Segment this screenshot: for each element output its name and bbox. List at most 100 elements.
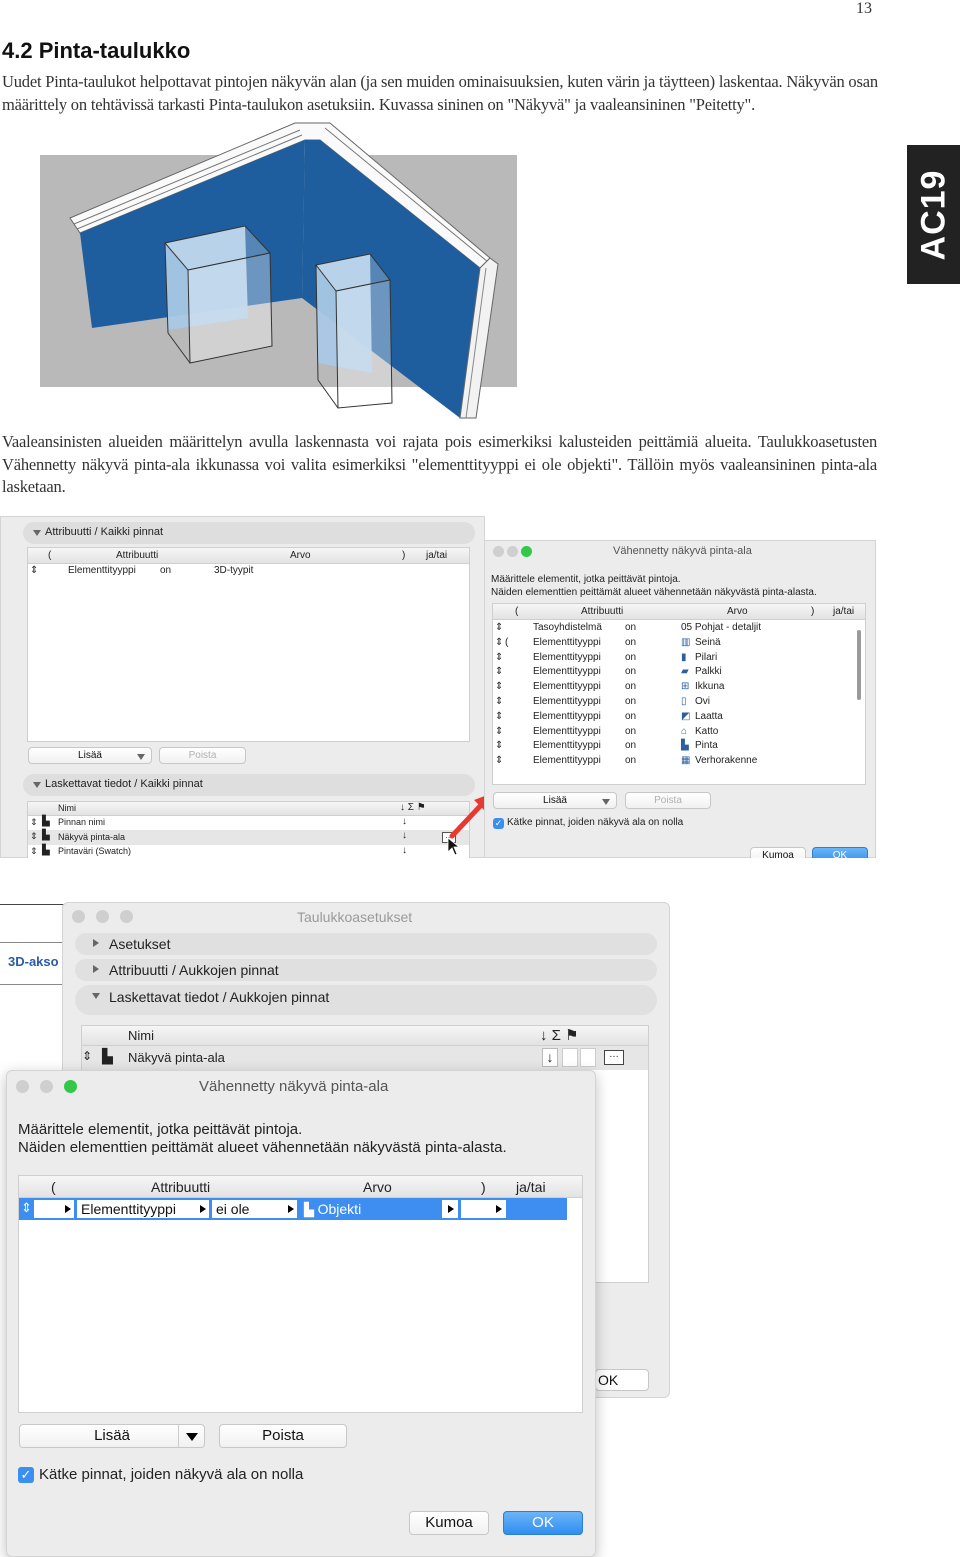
drag-handle-icon[interactable]: ⇕ [495,726,503,737]
row-operator: on [625,651,637,663]
row-value: Ovi [695,696,710,707]
chevron-down-icon [602,799,610,805]
sort-icon[interactable]: ↓ [402,830,407,841]
drag-handle-icon[interactable]: ⇕ [30,565,38,576]
cover-criteria-row[interactable]: ⇕ Elementtityyppi on ▮ Pilari [493,651,855,665]
cover-criteria-table: ( Attribuutti Arvo ) ja/tai ⇕ Elementtit… [18,1175,583,1413]
attribute-select-value: Elementtityyppi [81,1201,176,1217]
beam-icon: ▰ [681,666,689,678]
cover-criteria-row[interactable]: ⇕ Tasoyhdistelmä on 05 Pohjat - detaljit [493,621,855,635]
field-row-selected[interactable]: ⇕ ▙ Näkyvä pinta-ala ↓ … [82,1046,648,1070]
col-paren-close: ) [481,1179,486,1195]
minimize-dot-icon[interactable] [96,910,109,923]
row-value: Pilari [695,651,718,663]
cover-criteria-row[interactable]: ⇕ Elementtityyppi on ▰ Palkki [493,665,855,679]
settings-section[interactable]: Asetukset [75,933,657,955]
field-row[interactable]: ⇕ ▙ Pinnan nimi ↓ [28,816,469,830]
zoom-dot-icon[interactable] [521,546,532,557]
ok-button[interactable]: OK [812,847,868,858]
furniture-box2-front [335,279,393,409]
operator-select[interactable]: ei ole [212,1200,297,1218]
row-operator: on [625,681,637,693]
row-value: Ikkuna [695,681,725,693]
sort-icon[interactable]: ↓ [542,1048,558,1067]
drag-handle-icon[interactable]: ⇕ [495,681,503,692]
drag-handle-icon[interactable]: ⇕ [495,622,503,633]
cover-criteria-row[interactable]: ⇕ Elementtityyppi on ▙ Pinta [493,739,855,753]
cover-criteria-row-selected[interactable]: ⇕ Elementtityyppi ei ole ▙ Objekti [19,1198,567,1220]
calc-section[interactable]: Laskettavat tiedot / Aukkojen pinnat [75,985,657,1015]
hide-zero-checkbox[interactable]: ✓ [18,1467,34,1483]
drag-handle-icon[interactable]: ⇕ [495,637,503,648]
cover-criteria-row[interactable]: ⇕(Elementtityyppi on ▥ Seinä [493,636,855,650]
col-paren-open: ( [51,1179,56,1195]
section-title: Attribuutti / Aukkojen pinnat [109,962,279,978]
calc-section-header[interactable]: Laskettavat tiedot / Kaikki pinnat [23,774,475,796]
remove-button[interactable]: Poista [159,747,246,764]
add-dropdown[interactable] [178,1425,204,1447]
attribute-section-header[interactable]: Attribuutti / Kaikki pinnat [23,522,475,544]
drag-handle-icon[interactable]: ⇕ [495,696,503,707]
paren-open-select[interactable] [34,1200,74,1218]
cover-criteria-row[interactable]: ⇕ Elementtityyppi on ⊞ Ikkuna [493,680,855,694]
add-button-label: Lisää [543,795,567,806]
more-options-icon[interactable]: … [604,1050,624,1065]
scrollbar-thumb[interactable] [857,630,861,700]
close-dot-icon[interactable] [72,910,85,923]
minimize-dot-icon[interactable] [507,546,518,557]
cancel-button[interactable]: Kumoa [409,1511,489,1535]
drag-handle-icon[interactable]: ⇕ [30,831,38,842]
drag-handle-icon[interactable]: ⇕ [495,652,503,663]
col-attribute: Attribuutti [581,606,624,617]
close-dot-icon[interactable] [16,1080,29,1093]
sum-toggle[interactable] [562,1048,578,1067]
dialog-remove-button[interactable]: Poista [625,792,711,809]
cancel-button[interactable]: Kumoa [750,847,806,858]
drag-handle-icon[interactable]: ⇕ [82,1049,92,1063]
cover-criteria-header: ( Attribuutti Arvo ) ja/tai [19,1176,582,1198]
minimize-dot-icon[interactable] [40,1080,53,1093]
field-name: Pintaväri (Swatch) [58,846,132,856]
drag-handle-icon[interactable]: ⇕ [495,666,503,677]
paren-close-select[interactable] [461,1200,506,1218]
ok-button[interactable]: OK [503,1511,583,1535]
attribute-select[interactable]: Elementtityyppi [77,1200,209,1218]
cover-criteria-row[interactable]: ⇕ Elementtityyppi on ◩ Laatta [493,710,855,724]
dialog-remove-button[interactable]: Poista [219,1424,347,1448]
sort-icon[interactable]: ↓ [402,845,407,856]
cover-criteria-row[interactable]: ⇕ Elementtityyppi on ▯ Ovi [493,695,855,709]
drag-handle-icon[interactable]: ⇕ [30,817,38,828]
value-select[interactable]: ▙ Objekti [300,1200,458,1218]
drag-handle-icon[interactable]: ⇕ [495,740,503,751]
criteria-row[interactable]: ⇕ Elementtityyppi on 3D-tyypit [28,564,469,579]
zoom-dot-icon[interactable] [120,910,133,923]
drag-handle-icon[interactable]: ⇕ [21,1200,32,1216]
drag-handle-icon[interactable]: ⇕ [495,755,503,766]
cover-criteria-row[interactable]: ⇕ Elementtityyppi on ⌂ Katto [493,725,855,739]
flag-toggle[interactable] [580,1048,596,1067]
field-row-selected[interactable]: ⇕ ▙ Näkyvä pinta-ala ↓ … [28,830,469,845]
fields-header: Nimi ↓ Σ ⚑ [28,802,469,816]
reduced-area-dialog: Vähennetty näkyvä pinta-ala Määrittele e… [484,540,876,858]
field-row[interactable]: ⇕ ▙ Pintaväri (Swatch) ↓ [28,845,469,858]
hide-zero-checkbox[interactable]: ✓ [493,818,504,829]
cover-criteria-row[interactable]: ⇕ Elementtityyppi on ▦ Verhorakenne [493,754,855,768]
close-dot-icon[interactable] [493,546,504,557]
dialog-description-1: Määrittele elementit, jotka peittävät pi… [491,574,681,585]
row-attribute: Tasoyhdistelmä [533,622,602,633]
background-ok-button[interactable]: OK [595,1369,649,1391]
bg-line [0,984,68,985]
dialog-add-button[interactable]: Lisää [19,1424,205,1448]
dialog-add-button[interactable]: Lisää [493,792,617,809]
add-button[interactable]: Lisää [28,747,152,764]
chevron-right-icon [200,1205,206,1213]
disclosure-triangle-icon [93,965,99,973]
attribute-section[interactable]: Attribuutti / Aukkojen pinnat [75,959,657,981]
surface-icon: ▙ [681,740,689,752]
drag-handle-icon[interactable]: ⇕ [30,846,38,857]
col-and-or: ja/tai [426,550,448,561]
sort-icon[interactable]: ↓ [402,816,407,827]
zoom-dot-icon[interactable] [64,1080,77,1093]
drag-handle-icon[interactable]: ⇕ [495,711,503,722]
section-heading: 4.2 Pinta-taulukko [2,38,191,63]
